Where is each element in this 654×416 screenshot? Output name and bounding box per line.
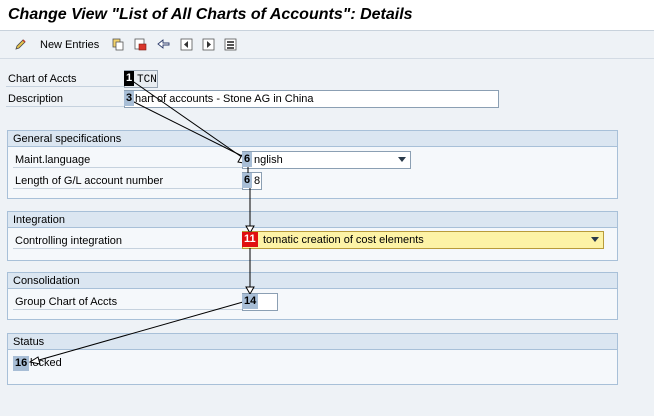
- blocked-label: locked: [30, 357, 62, 369]
- description-value: hart of accounts - Stone AG in China: [135, 93, 314, 105]
- edit-pencil-icon[interactable]: [14, 38, 27, 51]
- chart-of-accts-label: Chart of Accts: [6, 71, 124, 87]
- controlling-integration-label: Controlling integration: [13, 233, 242, 249]
- consolidation-header: Consolidation: [8, 273, 617, 289]
- controlling-integration-value: tomatic creation of cost elements: [263, 234, 424, 246]
- group-chart-of-accts-label: Group Chart of Accts: [13, 294, 242, 310]
- page-title: Change View "List of All Charts of Accou…: [8, 6, 413, 23]
- step-badge-6a: 6: [242, 152, 253, 167]
- status-header: Status: [8, 334, 617, 350]
- maint-language-field[interactable]: nglish: [242, 151, 411, 169]
- step-badge-16: 16: [13, 356, 30, 371]
- step-badge-14: 14: [242, 294, 259, 309]
- next-entry-icon[interactable]: [202, 38, 215, 51]
- undo-icon[interactable]: [157, 38, 170, 51]
- chevron-down-icon[interactable]: [591, 237, 599, 242]
- step-badge-11: 11: [242, 232, 258, 247]
- step-badge-6b: 6: [242, 173, 253, 188]
- application-toolbar: New Entries: [0, 31, 654, 59]
- description-field[interactable]: hart of accounts - Stone AG in China: [124, 90, 499, 108]
- integration-header: Integration: [8, 212, 617, 228]
- copy-icon[interactable]: [112, 38, 125, 51]
- new-entries-button[interactable]: New Entries: [40, 39, 99, 51]
- select-block-icon[interactable]: [224, 38, 237, 51]
- maint-language-label: Maint.language: [13, 152, 242, 168]
- delete-icon[interactable]: [134, 38, 147, 51]
- general-specifications-header: General specifications: [8, 131, 617, 147]
- title-bar: Change View "List of All Charts of Accou…: [0, 0, 654, 31]
- step-badge-1: 1: [124, 71, 135, 86]
- step-badge-3: 3: [124, 91, 135, 106]
- chevron-down-icon[interactable]: [398, 157, 406, 162]
- gl-length-label: Length of G/L account number: [13, 173, 242, 189]
- description-label: Description: [6, 91, 124, 107]
- previous-entry-icon[interactable]: [180, 38, 193, 51]
- controlling-integration-field[interactable]: tomatic creation of cost elements: [242, 231, 604, 249]
